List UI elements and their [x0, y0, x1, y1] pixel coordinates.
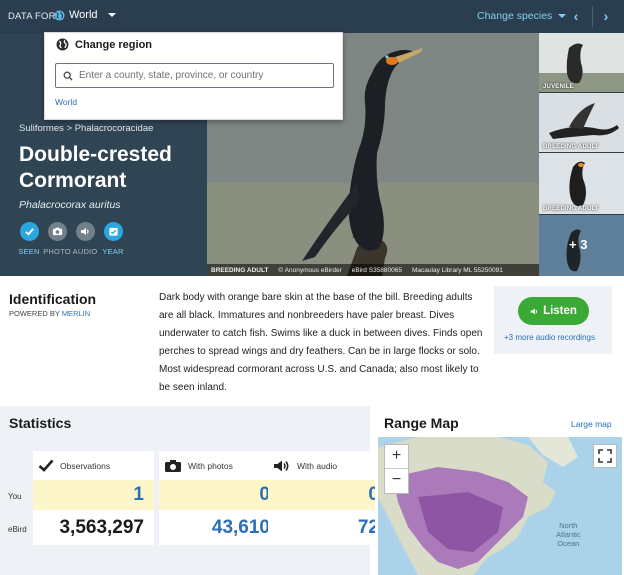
- year-indicator: YEAR: [102, 222, 123, 256]
- globe-icon: [56, 38, 69, 51]
- stat-label: Observations: [60, 460, 111, 471]
- stat-observations: Observations 1 3,563,297: [33, 451, 154, 545]
- speaker-icon: [530, 308, 538, 314]
- range-map-section: Range Map Large map + − North Atlantic O…: [375, 406, 624, 575]
- listen-panel: Listen +3 more audio recordings: [494, 286, 612, 354]
- photo-indicator: PHOTO: [43, 222, 71, 256]
- audio-indicator: AUDIO: [73, 222, 97, 256]
- zoom-in-button[interactable]: +: [385, 445, 408, 469]
- world-region-link[interactable]: World: [55, 97, 77, 107]
- stat-you-value[interactable]: 1: [33, 480, 154, 510]
- species-scientific-name: Phalacrocorax auritus: [19, 199, 121, 211]
- map-zoom-control: + −: [384, 444, 409, 494]
- speaker-icon: [75, 222, 95, 241]
- stat-ebird-value[interactable]: 43,610: [159, 510, 280, 545]
- camera-icon: [47, 222, 67, 241]
- large-map-link[interactable]: Large map: [571, 419, 612, 429]
- stat-ebird-value: 3,563,297: [59, 517, 144, 538]
- species-common-name: Double-crested Cormorant: [19, 143, 172, 192]
- thumbnail-more-photos[interactable]: + 3: [539, 215, 624, 276]
- region-search-field[interactable]: [55, 63, 334, 88]
- chevron-down-icon: [558, 14, 567, 18]
- more-photos-count: + 3: [569, 237, 588, 252]
- thumbnail-breeding-adult-2[interactable]: BREEDING ADULT: [539, 153, 624, 214]
- powered-by: POWERED BY MERLIN: [9, 309, 91, 318]
- ocean-label: North Atlantic Ocean: [556, 521, 581, 548]
- fullscreen-icon: [598, 449, 612, 463]
- search-icon: [63, 71, 73, 81]
- range-map-title: Range Map: [384, 415, 459, 431]
- stat-label: With photos: [188, 460, 233, 471]
- change-species-button[interactable]: Change species: [477, 10, 567, 22]
- check-icon: [38, 459, 54, 472]
- stat-label: With audio: [297, 460, 338, 471]
- camera-icon: [165, 459, 181, 472]
- region-name: World: [69, 9, 98, 21]
- range-map-canvas: [378, 437, 622, 575]
- personal-status-indicators: SEEN PHOTO AUDIO YEAR: [18, 222, 123, 256]
- change-species-label: Change species: [477, 10, 553, 22]
- statistics-section: Statistics You eBird Observations 1 3,56…: [0, 406, 389, 575]
- statistics-title: Statistics: [9, 415, 72, 431]
- merlin-link[interactable]: MERLIN: [62, 309, 90, 318]
- zoom-out-button[interactable]: −: [385, 469, 408, 493]
- stat-with-audio: With audio 0 72: [268, 451, 389, 545]
- stat-ebird-value[interactable]: 72: [268, 510, 389, 545]
- change-region-title: Change region: [75, 39, 153, 51]
- stat-you-value[interactable]: 0: [159, 480, 280, 510]
- photo-thumbnails: JUVENILE BREEDING ADULT BREEDING ADULT +…: [539, 33, 624, 276]
- chevron-left-icon[interactable]: ‹: [569, 8, 583, 24]
- row-label-ebird: eBird: [8, 525, 27, 534]
- divider: [592, 6, 593, 27]
- check-icon: [19, 222, 39, 241]
- chevron-right-icon[interactable]: ›: [599, 8, 613, 24]
- data-for-label: DATA FOR:: [8, 11, 59, 22]
- range-map[interactable]: + − North Atlantic Ocean: [378, 437, 622, 575]
- calendar-check-icon: [103, 222, 123, 241]
- thumbnail-juvenile[interactable]: JUVENILE: [539, 33, 624, 92]
- stat-you-value[interactable]: 0: [268, 480, 389, 510]
- photo-credit: BREEDING ADULT © Anonymous eBirder eBird…: [207, 264, 539, 276]
- listen-button[interactable]: Listen: [518, 297, 589, 325]
- identification-section: Identification POWERED BY MERLIN Dark bo…: [0, 276, 624, 406]
- change-region-popup: Change region World: [44, 32, 343, 120]
- region-search-input[interactable]: [79, 70, 329, 81]
- identification-description: Dark body with orange bare skin at the b…: [159, 292, 483, 393]
- identification-title: Identification: [9, 291, 97, 307]
- speaker-icon: [274, 460, 289, 471]
- stat-with-photos: With photos 0 43,610: [159, 451, 280, 545]
- taxonomy-breadcrumb: Suliformes > Phalacrocoracidae: [19, 123, 154, 134]
- chevron-down-icon: [107, 13, 116, 17]
- globe-icon: [54, 9, 65, 21]
- region-selector-button[interactable]: World: [54, 9, 116, 21]
- more-audio-link[interactable]: +3 more audio recordings: [504, 333, 595, 342]
- top-bar: DATA FOR: World Change species ‹ ›: [0, 0, 624, 33]
- row-label-you: You: [8, 492, 22, 501]
- fullscreen-button[interactable]: [593, 444, 617, 468]
- seen-indicator: SEEN: [18, 222, 39, 256]
- thumbnail-breeding-adult-1[interactable]: BREEDING ADULT: [539, 93, 624, 152]
